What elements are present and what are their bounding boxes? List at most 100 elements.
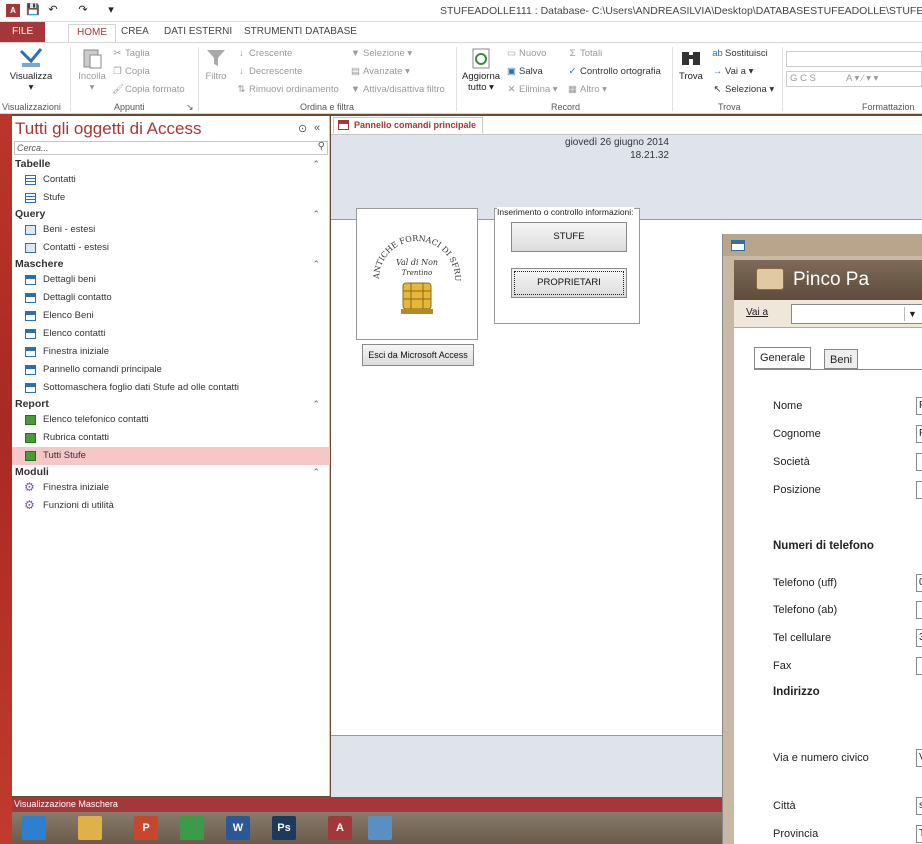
taskbar-pen-app-icon[interactable]: [22, 816, 46, 840]
taskbar-explorer-icon[interactable]: [78, 816, 102, 840]
nav-item-label: Sottomaschera foglio dati Stufe ad olle …: [43, 382, 239, 393]
nav-item[interactable]: Pannello comandi principale: [12, 361, 330, 379]
incolla-button[interactable]: Incolla ▾: [74, 47, 110, 93]
visualizza-button[interactable]: Visualizza ▾: [8, 47, 54, 93]
filtro-button[interactable]: Filtro: [202, 47, 230, 82]
appunti-launcher-icon[interactable]: ↘: [186, 102, 194, 113]
stufe-button[interactable]: STUFE: [511, 222, 627, 252]
nav-item[interactable]: Elenco contatti: [12, 325, 330, 343]
nav-search-input[interactable]: Cerca... ⚲: [14, 141, 328, 155]
text-field[interactable]: T: [916, 825, 922, 843]
nav-item[interactable]: Stufe: [12, 189, 330, 207]
chevron-down-icon[interactable]: ▼: [904, 307, 920, 321]
doc-tab-pannello[interactable]: Pannello comandi principale: [333, 117, 483, 133]
text-field[interactable]: s: [916, 797, 922, 815]
nuovo-button[interactable]: ▭ Nuovo: [506, 48, 546, 59]
text-field[interactable]: [916, 601, 922, 619]
altro-button[interactable]: ▦ Altro ▾: [567, 84, 607, 95]
seleziona-button[interactable]: ↖ Seleziona ▾: [712, 84, 775, 95]
attiva-filtro-button[interactable]: ▼ Attiva/disattiva filtro: [350, 84, 445, 95]
tab-crea[interactable]: CREA: [113, 24, 157, 42]
nav-item[interactable]: Dettagli contatto: [12, 289, 330, 307]
tab-home[interactable]: HOME: [68, 24, 116, 42]
nav-item[interactable]: Rubrica contatti: [12, 429, 330, 447]
text-field[interactable]: [916, 481, 922, 499]
totali-button[interactable]: Σ Totali: [567, 48, 603, 59]
vai-a-button[interactable]: → Vai a ▾: [712, 66, 754, 77]
text-field[interactable]: 3: [916, 629, 922, 647]
nav-item[interactable]: Elenco telefonico contatti: [12, 411, 330, 429]
chevron-up-icon[interactable]: ⌃: [312, 257, 320, 271]
taskbar-access-icon[interactable]: A: [328, 816, 352, 840]
nav-group-header[interactable]: Report ⌃: [12, 397, 330, 411]
tab-strumenti-database[interactable]: STRUMENTI DATABASE: [236, 24, 365, 42]
tab-dati-esterni[interactable]: DATI ESTERNI: [156, 24, 240, 42]
contact-name-title: Pinco Pa: [793, 269, 870, 290]
text-field[interactable]: V: [916, 749, 922, 767]
nav-item[interactable]: Tutti Stufe: [12, 447, 330, 465]
chevron-up-icon[interactable]: ⌃: [312, 157, 320, 171]
proprietari-button[interactable]: PROPRIETARI: [511, 268, 627, 298]
controllo-ortografia-button[interactable]: ✓ Controllo ortografia: [567, 66, 661, 77]
nav-item[interactable]: Dettagli beni: [12, 271, 330, 289]
nav-group-header[interactable]: Moduli ⌃: [12, 465, 330, 479]
goto-select[interactable]: ▼: [791, 304, 922, 324]
trova-button[interactable]: Trova: [676, 47, 706, 82]
nav-collapse-icon[interactable]: «: [314, 122, 320, 134]
text-field[interactable]: P: [916, 397, 922, 415]
nav-item[interactable]: Finestra iniziale: [12, 343, 330, 361]
copy-icon: ❐: [113, 66, 122, 77]
salva-button[interactable]: ▣ Salva: [506, 66, 543, 77]
nav-title[interactable]: Tutti gli oggetti di Access: [15, 119, 201, 139]
taskbar-word-icon[interactable]: W: [226, 816, 250, 840]
nav-item[interactable]: Contatti: [12, 171, 330, 189]
selezione-button[interactable]: ▼ Selezione ▾: [350, 48, 412, 59]
taskbar-photoshop-icon[interactable]: Ps: [272, 816, 296, 840]
sort-asc-icon: ↓: [239, 48, 244, 59]
elimina-button[interactable]: ✕ Elimina ▾: [506, 84, 558, 95]
text-field[interactable]: [916, 453, 922, 471]
taskbar-powerpoint-icon[interactable]: P: [134, 816, 158, 840]
sostituisci-button[interactable]: ab Sostituisci: [712, 48, 768, 59]
nav-item[interactable]: Contatti - estesi: [12, 239, 330, 257]
exit-access-button[interactable]: Esci da Microsoft Access: [362, 344, 474, 366]
nav-item[interactable]: Funzioni di utilità: [12, 496, 330, 515]
nav-item[interactable]: Finestra iniziale: [12, 478, 330, 497]
text-field[interactable]: 0: [916, 574, 922, 592]
nav-group-header[interactable]: Tabelle ⌃: [12, 157, 330, 171]
nav-menu-icon[interactable]: ⊙: [298, 122, 307, 135]
copia-button[interactable]: ❐ Copia: [112, 66, 150, 77]
access-app-icon[interactable]: A: [6, 4, 20, 17]
nav-item[interactable]: Elenco Beni: [12, 307, 330, 325]
taglia-button[interactable]: ✂ Taglia: [112, 48, 150, 59]
redo-icon[interactable]: ↷: [76, 4, 90, 17]
nav-item[interactable]: Sottomaschera foglio dati Stufe ad olle …: [12, 379, 330, 397]
taskbar-paint-icon[interactable]: [368, 816, 392, 840]
text-field[interactable]: [916, 657, 922, 675]
chevron-up-icon[interactable]: ⌃: [312, 465, 320, 479]
nav-group-header[interactable]: Query ⌃: [12, 207, 330, 221]
tab-file[interactable]: FILE: [0, 22, 46, 42]
font-style-buttons[interactable]: G C S: [790, 73, 816, 84]
chevron-up-icon[interactable]: ⌃: [312, 207, 320, 221]
contact-form-window: Pinco Pa Vai a ▼ Generale Beni Nome P Cogn…: [722, 234, 922, 844]
popup-title-bar[interactable]: [723, 234, 922, 256]
font-name-select[interactable]: [786, 51, 922, 67]
rimuovi-ordinamento-button[interactable]: ⇅ Rimuovi ordinamento: [236, 84, 339, 95]
save-icon[interactable]: 💾: [26, 4, 40, 17]
aggiorna-tutto-button[interactable]: Aggiorna tutto ▾: [460, 47, 502, 93]
crescente-button[interactable]: ↓ Crescente: [236, 48, 292, 59]
tab-beni[interactable]: Beni: [824, 349, 859, 369]
nav-group-header[interactable]: Maschere ⌃: [12, 257, 330, 271]
avanzate-button[interactable]: ▤ Avanzate ▾: [350, 66, 410, 77]
nav-item[interactable]: Beni - estesi: [12, 221, 330, 239]
customize-quick-access-icon[interactable]: ▾: [104, 4, 118, 17]
decrescente-button[interactable]: ↓ Decrescente: [236, 66, 302, 77]
taskbar-chrome-icon[interactable]: [180, 816, 204, 840]
chevron-up-icon[interactable]: ⌃: [312, 397, 320, 411]
text-field[interactable]: P: [916, 425, 922, 443]
font-color-buttons[interactable]: A ▾ ∕ ▾ ▾: [846, 73, 878, 84]
undo-icon[interactable]: ↶: [46, 4, 60, 17]
copia-formato-button[interactable]: 🖌Copia formato: [112, 84, 185, 95]
tab-generale[interactable]: Generale: [754, 347, 812, 369]
